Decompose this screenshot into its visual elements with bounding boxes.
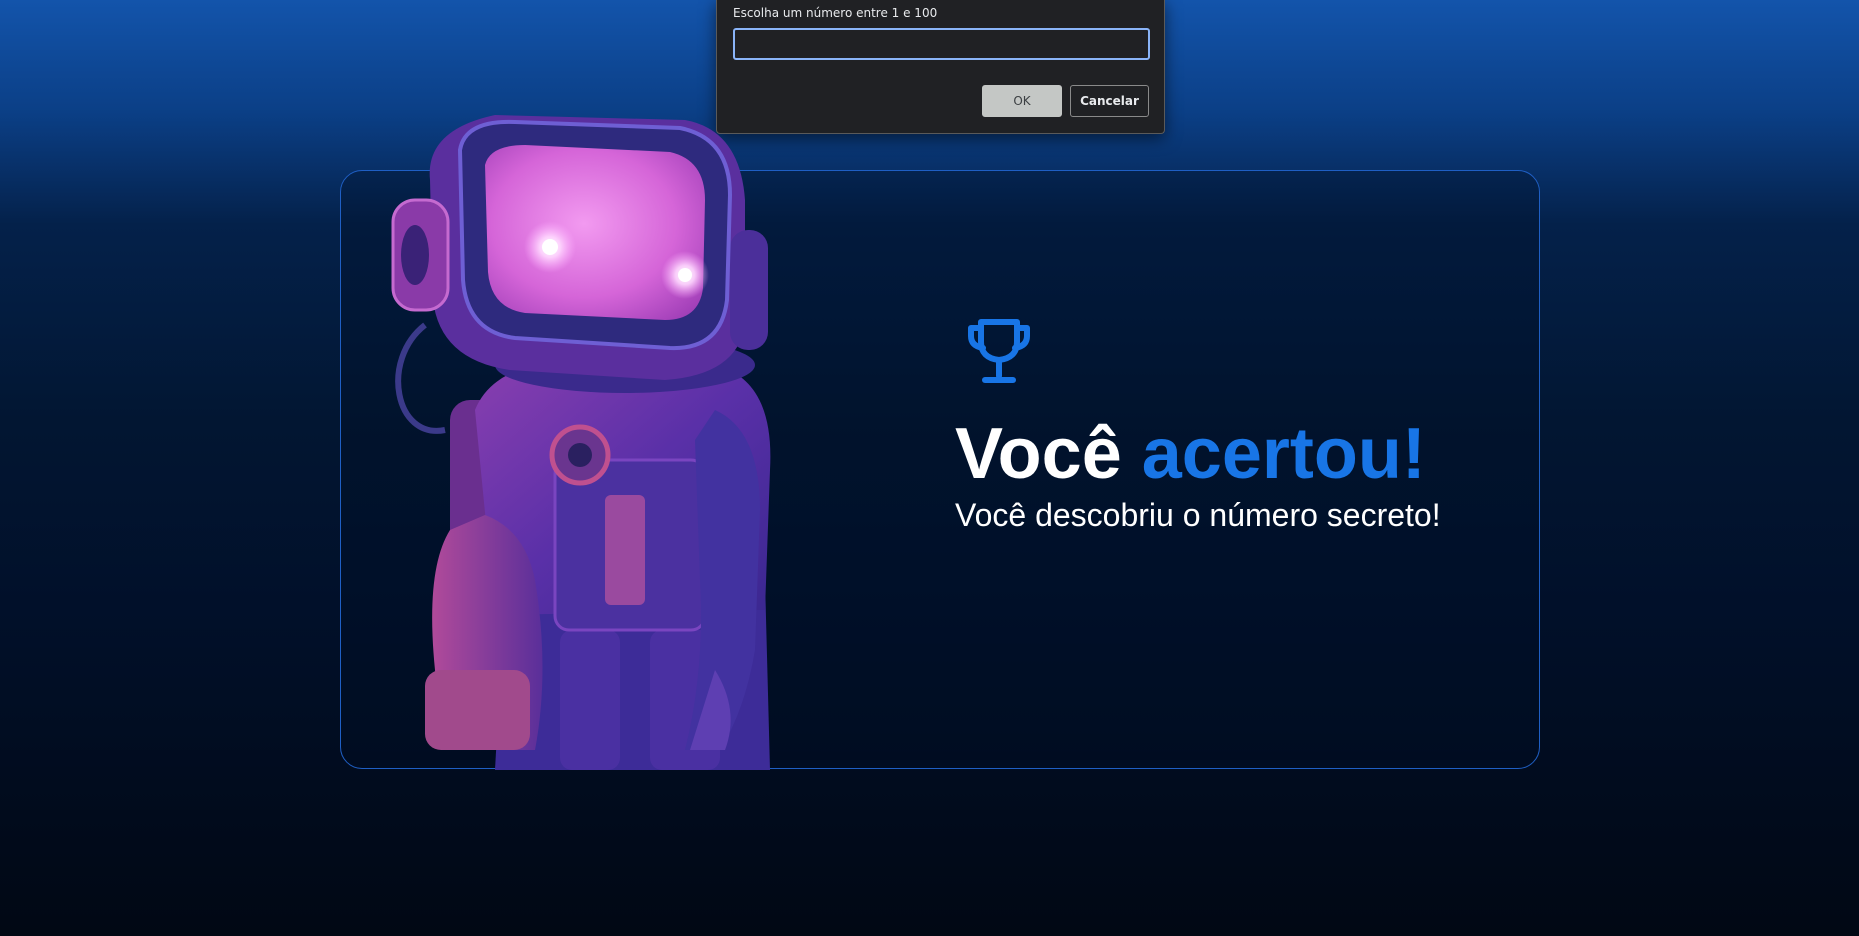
title-highlight: acertou! bbox=[1141, 414, 1426, 494]
trophy-icon bbox=[968, 319, 1030, 383]
title-prefix: Você bbox=[955, 414, 1122, 494]
astronaut-illustration bbox=[391, 115, 771, 770]
number-input[interactable] bbox=[733, 28, 1150, 60]
result-title: Você acertou! bbox=[955, 414, 1426, 494]
ok-button[interactable]: OK bbox=[982, 85, 1062, 117]
prompt-message: Escolha um número entre 1 e 100 bbox=[733, 6, 938, 20]
cancel-button[interactable]: Cancelar bbox=[1070, 85, 1149, 117]
result-subtitle: Você descobriu o número secreto! bbox=[955, 497, 1441, 533]
